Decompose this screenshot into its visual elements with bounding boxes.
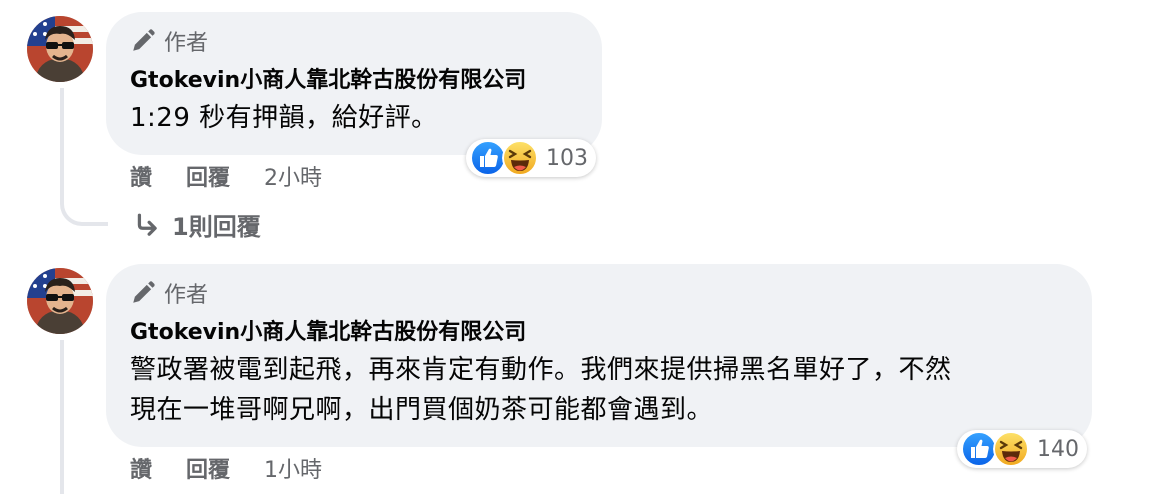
haha-reaction-icon: [502, 140, 538, 176]
view-replies-label: 1則回覆: [172, 213, 261, 241]
thread-connector: [60, 196, 108, 226]
comment-author-name[interactable]: Gtokevin小商人靠北幹古股份有限公司: [130, 318, 1066, 348]
comment-text: 1:29 秒有押韻，給好評。: [130, 98, 576, 138]
like-reaction-icon: [961, 431, 997, 467]
author-badge-label: 作者: [164, 283, 209, 308]
comment-author-name[interactable]: Gtokevin小商人靠北幹古股份有限公司: [130, 66, 576, 96]
comment-actions: 讚 回覆 2小時: [130, 160, 322, 192]
reply-button[interactable]: 回覆: [186, 160, 230, 192]
reply-button[interactable]: 回覆: [186, 452, 230, 484]
comment-timestamp[interactable]: 1小時: [264, 452, 322, 484]
thread-line: [60, 340, 64, 494]
like-reaction-icon: [470, 140, 506, 176]
reaction-summary[interactable]: 103: [466, 139, 596, 177]
comment-timestamp[interactable]: 2小時: [264, 160, 322, 192]
comment-text-line: 現在一堆哥啊兄啊，出門買個奶茶可能都會遇到。: [130, 395, 714, 425]
pencil-icon: [133, 29, 155, 51]
view-replies-button[interactable]: 1則回覆: [134, 207, 261, 242]
haha-reaction-icon: [993, 431, 1029, 467]
reaction-count: 103: [546, 145, 588, 171]
comment-actions: 讚 回覆 1小時: [130, 452, 322, 484]
comment-text-line: 1:29 秒有押韻，給好評。: [130, 103, 438, 133]
comment-bubble: 作者 Gtokevin小商人靠北幹古股份有限公司 警政署被電到起飛，再來肯定有動…: [106, 264, 1092, 447]
avatar[interactable]: [27, 16, 93, 82]
comment-text-line: 警政署被電到起飛，再來肯定有動作。我們來提供掃黑名單好了，不然: [130, 355, 952, 385]
thread-line: [60, 88, 64, 196]
pencil-icon: [133, 281, 155, 303]
comment-bubble: 作者 Gtokevin小商人靠北幹古股份有限公司 1:29 秒有押韻，給好評。: [106, 12, 602, 155]
reply-arrow-icon: [137, 213, 157, 236]
avatar[interactable]: [27, 268, 93, 334]
like-button[interactable]: 讚: [130, 160, 152, 192]
like-button[interactable]: 讚: [130, 452, 152, 484]
author-badge-label: 作者: [164, 31, 209, 56]
reaction-count: 140: [1037, 436, 1079, 462]
author-badge: 作者: [130, 278, 1066, 308]
author-badge: 作者: [130, 26, 576, 56]
reaction-summary[interactable]: 140: [957, 430, 1087, 468]
comment-text: 警政署被電到起飛，再來肯定有動作。我們來提供掃黑名單好了，不然 現在一堆哥啊兄啊…: [130, 350, 1066, 430]
